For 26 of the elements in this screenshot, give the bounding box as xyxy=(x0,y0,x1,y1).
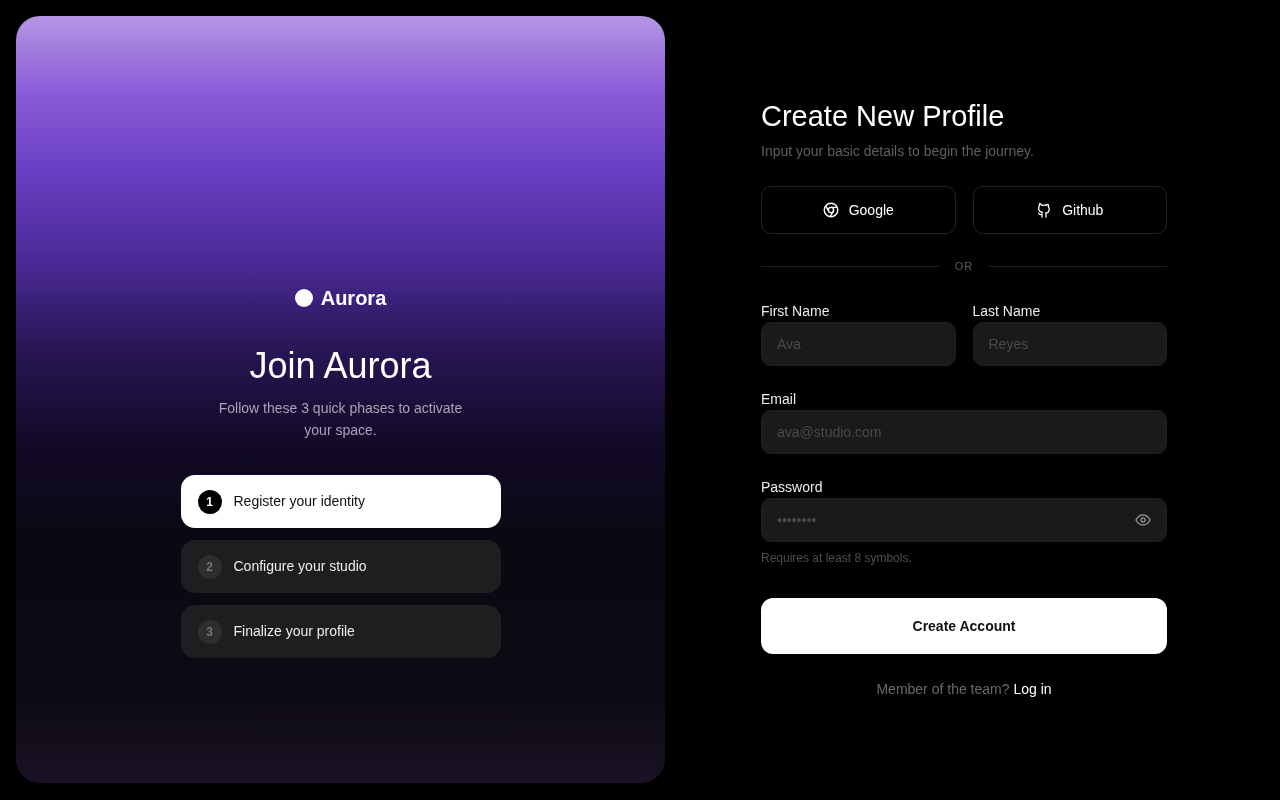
login-prompt: Member of the team? Log in xyxy=(875,680,1053,699)
form-subtitle: Input your basic details to begin the journey. xyxy=(761,142,1035,160)
step-number: 1 xyxy=(197,489,222,514)
eye-icon[interactable] xyxy=(1135,514,1151,526)
github-icon xyxy=(1036,202,1053,218)
field-label: First Name xyxy=(761,302,831,320)
field-label: Password xyxy=(761,478,824,496)
chrome-icon xyxy=(822,202,839,218)
social-button[interactable]: Github xyxy=(972,186,1167,234)
password-field[interactable]: •••••••• xyxy=(761,498,1167,542)
brand-name: Aurora xyxy=(320,286,387,310)
step-number: 3 xyxy=(197,619,222,644)
step-label: Register your identity xyxy=(233,492,365,511)
step-label: Configure your studio xyxy=(233,557,367,576)
hero-title: Join Aurora xyxy=(249,344,432,388)
field-label: Last Name xyxy=(972,302,1042,320)
step-number: 2 xyxy=(197,554,222,579)
create-account-button[interactable]: Create Account xyxy=(761,598,1167,654)
field-label: Email xyxy=(761,390,797,408)
hero-subtitle: Follow these 3 quick phases to activate your space. xyxy=(217,399,464,440)
step-label: Finalize your profile xyxy=(233,622,355,641)
form-title: Create New Profile xyxy=(761,99,1006,134)
social-button[interactable]: Google xyxy=(761,186,956,234)
login-link[interactable]: Log in xyxy=(1013,681,1052,697)
divider-label: OR xyxy=(954,258,974,274)
field-hint: Requires at least 8 symbols. xyxy=(761,551,913,565)
